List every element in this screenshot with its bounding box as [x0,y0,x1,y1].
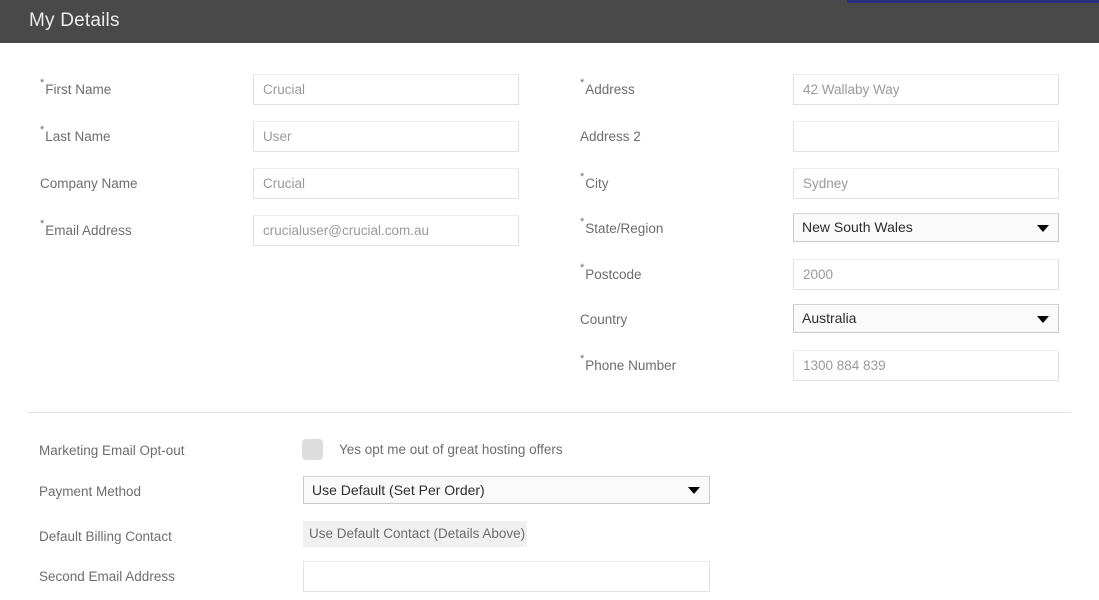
row-marketing-opt-out: Marketing Email Opt-out Yes opt me out o… [0,435,1099,467]
payment-method-value: Use Default (Set Per Order) [312,482,485,498]
field-phone-number: *Phone Number [550,350,1099,381]
country-value: Australia [802,310,857,326]
field-email-address: *Email Address [0,215,550,246]
field-company-name: Company Name [0,168,550,199]
chevron-down-icon [1037,224,1049,232]
required-asterisk: * [580,262,585,274]
label-email-address: *Email Address [40,218,132,238]
top-accent-bar [847,0,1099,3]
label-state-region: *State/Region [580,216,664,236]
marketing-opt-out-checkbox[interactable] [302,439,323,460]
required-asterisk: * [580,216,585,228]
field-postcode: *Postcode [550,259,1099,290]
city-input[interactable] [793,168,1059,199]
marketing-opt-out-checkbox-label: Yes opt me out of great hosting offers [339,442,563,457]
postcode-input[interactable] [793,259,1059,290]
field-first-name: *First Name [0,74,550,105]
field-country: Country Australia [550,304,1099,335]
details-form: *First Name *Last Name Company Name *Ema… [0,43,1099,600]
required-asterisk: * [40,124,45,136]
required-asterisk: * [580,77,585,89]
default-billing-contact-select[interactable]: Use Default Contact (Details Above) [303,521,527,547]
email-address-input[interactable] [253,215,519,246]
marketing-opt-out-control[interactable]: Yes opt me out of great hosting offers [302,439,563,460]
required-asterisk: * [580,171,585,183]
section-divider [28,412,1071,413]
label-phone-number: *Phone Number [580,353,677,373]
field-city: *City [550,168,1099,199]
address-input[interactable] [793,74,1059,105]
my-details-page: My Details *First Name *Last Name Compan… [0,0,1099,600]
second-email-address-input[interactable] [303,561,710,592]
state-region-value: New South Wales [802,219,913,235]
row-default-billing-contact: Default Billing Contact Use Default Cont… [0,521,1099,553]
label-country: Country [580,312,628,327]
page-header: My Details [0,0,1099,43]
field-state-region: *State/Region New South Wales [550,213,1099,244]
required-asterisk: * [40,77,45,89]
chevron-down-icon [1037,315,1049,323]
default-billing-contact-value: Use Default Contact (Details Above) [309,526,526,541]
row-payment-method: Payment Method Use Default (Set Per Orde… [0,476,1099,508]
label-last-name: *Last Name [40,124,111,144]
payment-method-select[interactable]: Use Default (Set Per Order) [303,476,710,504]
chevron-down-icon [688,487,700,494]
country-select[interactable]: Australia [793,304,1059,333]
page-title: My Details [29,10,120,31]
label-company-name: Company Name [40,176,138,191]
label-city: *City [580,171,609,191]
label-default-billing-contact: Default Billing Contact [39,529,172,544]
label-address: *Address [580,77,635,97]
label-postcode: *Postcode [580,262,642,282]
label-marketing-opt-out: Marketing Email Opt-out [39,443,185,458]
field-address-2: Address 2 [550,121,1099,152]
phone-number-input[interactable] [793,350,1059,381]
required-asterisk: * [40,218,45,230]
row-second-email-address: Second Email Address [0,561,1099,593]
state-region-select[interactable]: New South Wales [793,213,1059,242]
field-address: *Address [550,74,1099,105]
label-payment-method: Payment Method [39,484,142,499]
label-second-email-address: Second Email Address [39,569,175,584]
required-asterisk: * [580,353,585,365]
label-address-2: Address 2 [580,129,641,144]
first-name-input[interactable] [253,74,519,105]
last-name-input[interactable] [253,121,519,152]
address-2-input[interactable] [793,121,1059,152]
company-name-input[interactable] [253,168,519,199]
label-first-name: *First Name [40,77,112,97]
field-last-name: *Last Name [0,121,550,152]
